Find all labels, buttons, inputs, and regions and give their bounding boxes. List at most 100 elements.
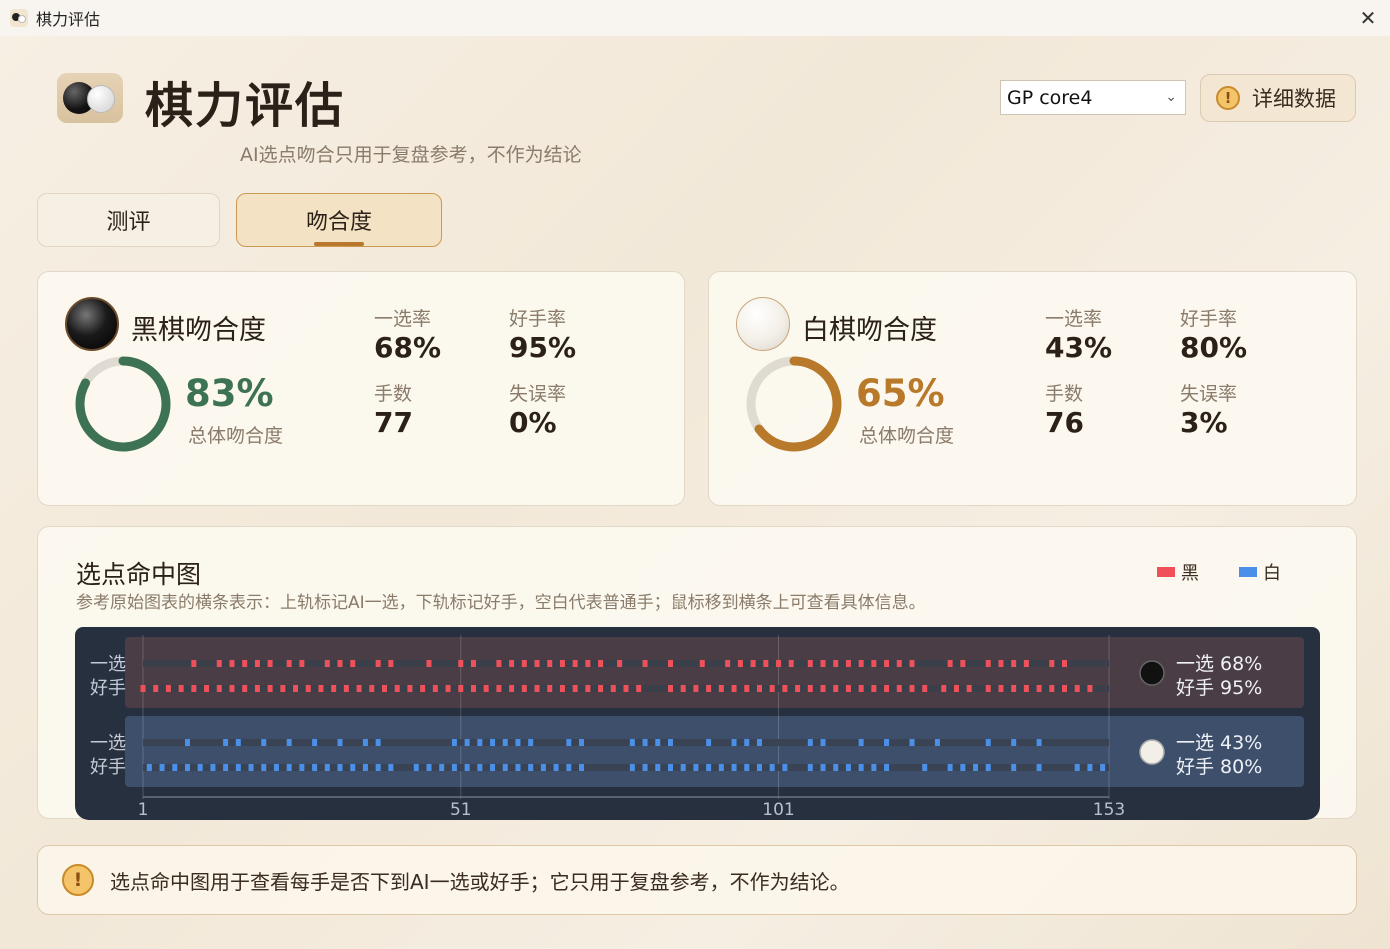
white-good-move-mark[interactable] xyxy=(655,764,661,771)
black-first-choice-mark[interactable] xyxy=(871,660,877,667)
white-good-move-mark[interactable] xyxy=(693,764,699,771)
black-first-choice-mark[interactable] xyxy=(324,660,330,667)
white-good-move-mark[interactable] xyxy=(858,764,864,771)
black-good-move-mark[interactable] xyxy=(598,685,604,692)
black-good-move-mark[interactable] xyxy=(1036,685,1042,692)
white-good-move-mark[interactable] xyxy=(299,764,305,771)
tab-evaluation[interactable]: 测评 xyxy=(37,193,220,247)
black-good-move-mark[interactable] xyxy=(871,685,877,692)
black-good-move-mark[interactable] xyxy=(985,685,991,692)
black-first-choice-mark[interactable] xyxy=(788,660,794,667)
tab-match-rate[interactable]: 吻合度 xyxy=(236,193,442,247)
black-good-move-mark[interactable] xyxy=(1074,685,1080,692)
black-good-move-mark[interactable] xyxy=(420,685,426,692)
black-first-choice-mark[interactable] xyxy=(642,660,648,667)
black-first-choice-mark[interactable] xyxy=(845,660,851,667)
black-good-move-mark[interactable] xyxy=(941,685,947,692)
white-good-move-mark[interactable] xyxy=(566,764,572,771)
black-first-choice-mark[interactable] xyxy=(191,660,197,667)
black-good-move-mark[interactable] xyxy=(356,685,362,692)
black-good-move-mark[interactable] xyxy=(369,685,375,692)
white-first-choice-mark[interactable] xyxy=(1036,739,1042,746)
black-first-choice-mark[interactable] xyxy=(470,660,476,667)
white-first-choice-mark[interactable] xyxy=(337,739,343,746)
black-first-choice-mark[interactable] xyxy=(699,660,705,667)
white-first-choice-mark[interactable] xyxy=(579,739,585,746)
black-first-choice-mark[interactable] xyxy=(896,660,902,667)
white-good-move-mark[interactable] xyxy=(947,764,953,771)
black-first-choice-mark[interactable] xyxy=(1062,660,1068,667)
black-first-choice-mark[interactable] xyxy=(1023,660,1029,667)
white-first-choice-mark[interactable] xyxy=(629,739,635,746)
hit-chart-svg[interactable]: 一选 好手 一选 好手 1 51 101 153 一选 68% 好手 95% 一选 4… xyxy=(75,627,1320,820)
white-good-move-mark[interactable] xyxy=(146,764,152,771)
white-first-choice-mark[interactable] xyxy=(667,739,673,746)
black-good-move-mark[interactable] xyxy=(204,685,210,692)
white-good-move-mark[interactable] xyxy=(273,764,279,771)
black-good-move-mark[interactable] xyxy=(782,685,788,692)
black-good-move-mark[interactable] xyxy=(922,685,928,692)
white-first-choice-mark[interactable] xyxy=(884,739,890,746)
black-first-choice-mark[interactable] xyxy=(350,660,356,667)
white-good-move-mark[interactable] xyxy=(477,764,483,771)
black-good-move-mark[interactable] xyxy=(140,685,146,692)
black-first-choice-mark[interactable] xyxy=(1011,660,1017,667)
black-first-choice-mark[interactable] xyxy=(750,660,756,667)
black-good-move-mark[interactable] xyxy=(521,685,527,692)
white-first-choice-mark[interactable] xyxy=(312,739,318,746)
hit-chart[interactable]: 一选 好手 一选 好手 1 51 101 153 一选 68% 好手 95% 一选 4… xyxy=(75,627,1320,820)
white-first-choice-mark[interactable] xyxy=(566,739,572,746)
black-first-choice-mark[interactable] xyxy=(667,660,673,667)
white-first-choice-mark[interactable] xyxy=(807,739,813,746)
black-good-move-mark[interactable] xyxy=(470,685,476,692)
black-good-move-mark[interactable] xyxy=(896,685,902,692)
black-good-move-mark[interactable] xyxy=(458,685,464,692)
black-good-move-mark[interactable] xyxy=(1087,685,1093,692)
black-first-choice-mark[interactable] xyxy=(858,660,864,667)
white-good-move-mark[interactable] xyxy=(973,764,979,771)
black-first-choice-mark[interactable] xyxy=(833,660,839,667)
black-first-choice-mark[interactable] xyxy=(267,660,273,667)
white-first-choice-mark[interactable] xyxy=(286,739,292,746)
black-good-move-mark[interactable] xyxy=(833,685,839,692)
white-good-move-mark[interactable] xyxy=(159,764,165,771)
black-good-move-mark[interactable] xyxy=(343,685,349,692)
white-good-move-mark[interactable] xyxy=(324,764,330,771)
black-good-move-mark[interactable] xyxy=(756,685,762,692)
black-good-move-mark[interactable] xyxy=(693,685,699,692)
white-first-choice-mark[interactable] xyxy=(261,739,267,746)
white-good-move-mark[interactable] xyxy=(553,764,559,771)
black-good-move-mark[interactable] xyxy=(445,685,451,692)
black-first-choice-mark[interactable] xyxy=(496,660,502,667)
white-first-choice-mark[interactable] xyxy=(464,739,470,746)
white-good-move-mark[interactable] xyxy=(884,764,890,771)
white-good-move-mark[interactable] xyxy=(744,764,750,771)
black-first-choice-mark[interactable] xyxy=(617,660,623,667)
white-good-move-mark[interactable] xyxy=(769,764,775,771)
black-first-choice-mark[interactable] xyxy=(534,660,540,667)
white-first-choice-mark[interactable] xyxy=(515,739,521,746)
white-good-move-mark[interactable] xyxy=(223,764,229,771)
white-first-choice-mark[interactable] xyxy=(985,739,991,746)
white-good-move-mark[interactable] xyxy=(350,764,356,771)
black-good-move-mark[interactable] xyxy=(559,685,565,692)
black-good-move-mark[interactable] xyxy=(153,685,159,692)
white-first-choice-mark[interactable] xyxy=(756,739,762,746)
white-good-move-mark[interactable] xyxy=(642,764,648,771)
white-first-choice-mark[interactable] xyxy=(934,739,940,746)
black-good-move-mark[interactable] xyxy=(1049,685,1055,692)
white-first-choice-mark[interactable] xyxy=(706,739,712,746)
black-first-choice-mark[interactable] xyxy=(547,660,553,667)
white-good-move-mark[interactable] xyxy=(1087,764,1093,771)
black-good-move-mark[interactable] xyxy=(884,685,890,692)
white-first-choice-mark[interactable] xyxy=(184,739,190,746)
white-first-choice-mark[interactable] xyxy=(744,739,750,746)
black-good-move-mark[interactable] xyxy=(966,685,972,692)
white-first-choice-mark[interactable] xyxy=(362,739,368,746)
black-good-move-mark[interactable] xyxy=(1023,685,1029,692)
white-good-move-mark[interactable] xyxy=(515,764,521,771)
black-good-move-mark[interactable] xyxy=(807,685,813,692)
white-first-choice-mark[interactable] xyxy=(375,739,381,746)
white-good-move-mark[interactable] xyxy=(375,764,381,771)
white-good-move-mark[interactable] xyxy=(210,764,216,771)
